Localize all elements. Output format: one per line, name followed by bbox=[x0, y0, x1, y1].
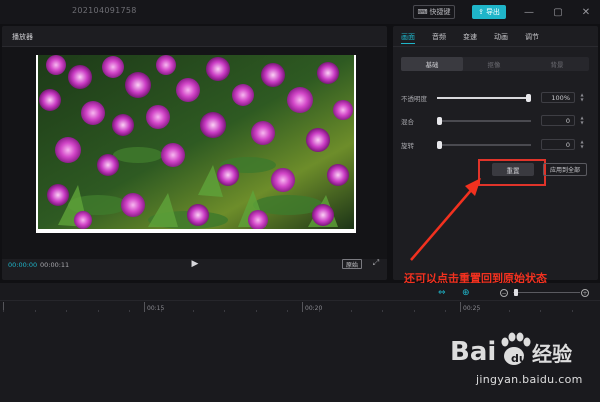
blend-stepper[interactable]: ▲ ▼ bbox=[579, 115, 585, 126]
minor-tick bbox=[319, 310, 320, 312]
subtab-bar: 基础 抠像 背景 bbox=[401, 57, 589, 71]
zoom-in-icon[interactable]: + bbox=[581, 289, 589, 297]
export-button[interactable]: ⇪ 导出 bbox=[472, 5, 506, 19]
project-name: 202104091758 bbox=[72, 6, 137, 15]
title-bar: 202104091758 ⌨ 快捷键 ⇪ 导出 — ▢ ✕ bbox=[0, 0, 600, 24]
tab-picture[interactable]: 画面 bbox=[401, 32, 415, 42]
maximize-icon[interactable]: ▢ bbox=[551, 5, 565, 19]
minor-tick bbox=[572, 310, 573, 312]
minimize-icon[interactable]: — bbox=[522, 5, 536, 19]
opacity-stepper[interactable]: ▲ ▼ bbox=[579, 92, 585, 103]
properties-panel: 画面 音频 变速 动画 调节 基础 抠像 背景 不透明度 100% ▲ ▼ 混合 … bbox=[393, 26, 598, 285]
shortcut-label: 快捷键 bbox=[429, 8, 451, 16]
minor-tick bbox=[540, 310, 541, 312]
minor-tick bbox=[161, 310, 162, 312]
baidu-jingyan-logo: Bai du 经验 bbox=[436, 324, 586, 374]
player-panel: 播放器 00:00:00 00:00:11 ▶ 原始 ⤢ bbox=[2, 26, 387, 280]
rotate-slider-track[interactable] bbox=[437, 144, 531, 146]
keyboard-icon: ⌨ bbox=[417, 8, 428, 16]
tab-animation[interactable]: 动画 bbox=[494, 32, 508, 42]
minor-tick bbox=[382, 310, 383, 312]
zoom-slider-track[interactable] bbox=[513, 292, 580, 293]
video-preview[interactable] bbox=[38, 55, 354, 229]
divider bbox=[0, 300, 600, 301]
opacity-label: 不透明度 bbox=[401, 95, 427, 103]
minor-tick bbox=[445, 310, 446, 312]
player-title: 播放器 bbox=[12, 33, 33, 41]
minor-tick bbox=[509, 310, 510, 312]
minor-tick bbox=[477, 310, 478, 312]
minor-tick bbox=[66, 310, 67, 312]
reset-highlight-box bbox=[478, 159, 546, 186]
divider bbox=[393, 46, 598, 47]
tick-mark bbox=[460, 302, 461, 312]
rotate-slider-knob[interactable] bbox=[437, 141, 442, 149]
watermark-url: jingyan.baidu.com bbox=[476, 373, 583, 386]
rotate-label: 旋转 bbox=[401, 142, 414, 150]
play-icon[interactable]: ▶ bbox=[189, 258, 201, 270]
svg-text:经验: 经验 bbox=[532, 342, 572, 366]
active-tab-indicator bbox=[401, 43, 415, 44]
blend-slider-track[interactable] bbox=[437, 120, 531, 122]
minor-tick bbox=[35, 310, 36, 312]
zoom-out-icon[interactable]: − bbox=[500, 289, 508, 297]
blend-input[interactable]: 0 bbox=[541, 115, 575, 126]
fullscreen-icon[interactable]: ⤢ bbox=[371, 258, 381, 268]
tab-speed[interactable]: 变速 bbox=[463, 32, 477, 42]
rotate-input[interactable]: 0 bbox=[541, 139, 575, 150]
opacity-slider-knob[interactable] bbox=[526, 94, 531, 102]
subtab-basic[interactable]: 基础 bbox=[401, 57, 463, 71]
tab-audio[interactable]: 音频 bbox=[432, 32, 446, 42]
minor-tick bbox=[193, 310, 194, 312]
annotation-arrow bbox=[410, 178, 481, 261]
minor-tick bbox=[351, 310, 352, 312]
subtab-keying[interactable]: 抠像 bbox=[463, 57, 525, 71]
close-icon[interactable]: ✕ bbox=[579, 5, 593, 19]
minor-tick bbox=[414, 310, 415, 312]
ratio-button[interactable]: 原始 bbox=[342, 259, 362, 269]
minor-tick bbox=[256, 310, 257, 312]
split-icon[interactable]: ⊕ bbox=[462, 288, 470, 298]
blend-label: 混合 bbox=[401, 118, 414, 126]
minor-tick bbox=[129, 310, 130, 312]
shortcut-button[interactable]: ⌨ 快捷键 bbox=[413, 5, 455, 19]
tab-adjust[interactable]: 调节 bbox=[525, 32, 539, 42]
zoom-slider-knob[interactable] bbox=[514, 289, 518, 296]
total-time: 00:00:11 bbox=[40, 261, 70, 269]
tick-mark bbox=[302, 302, 303, 312]
subtab-background[interactable]: 背景 bbox=[525, 57, 589, 71]
export-icon: ⇪ bbox=[478, 8, 484, 16]
minor-tick bbox=[224, 310, 225, 312]
apply-to-all-button[interactable]: 应用到全部 bbox=[543, 163, 587, 176]
opacity-slider-fill bbox=[437, 97, 531, 99]
current-time: 00:00:00 bbox=[8, 261, 38, 269]
minor-tick bbox=[287, 310, 288, 312]
svg-text:du: du bbox=[511, 352, 527, 365]
tick-mark bbox=[144, 302, 145, 312]
export-label: 导出 bbox=[485, 8, 500, 16]
minor-tick bbox=[98, 310, 99, 312]
minor-tick bbox=[3, 310, 4, 312]
svg-text:Bai: Bai bbox=[450, 337, 496, 367]
blend-slider-knob[interactable] bbox=[437, 117, 442, 125]
opacity-input[interactable]: 100% bbox=[541, 92, 575, 103]
rotate-stepper[interactable]: ▲ ▼ bbox=[579, 139, 585, 150]
link-icon[interactable]: ⇔ bbox=[438, 288, 446, 298]
